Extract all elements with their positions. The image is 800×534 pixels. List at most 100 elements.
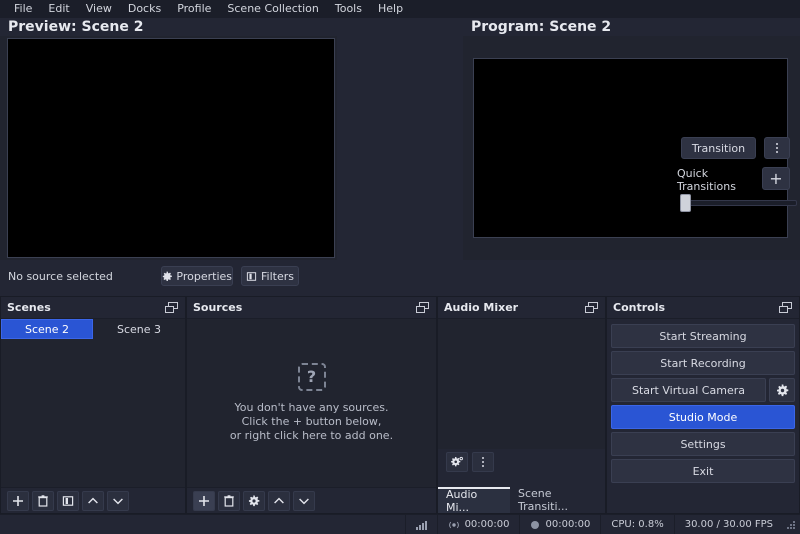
scene-item-scene-2[interactable]: Scene 2 [1, 319, 93, 339]
move-source-down-button[interactable] [293, 490, 315, 511]
sources-dock: Sources ? You don't have any sources. Cl… [186, 296, 437, 514]
preview-canvas[interactable] [7, 38, 335, 258]
virtual-camera-row: Start Virtual Camera [611, 378, 795, 402]
chevron-up-icon [88, 497, 98, 503]
menu-item-file[interactable]: File [6, 1, 40, 17]
stream-time-label: 00:00:00 [464, 519, 510, 530]
undock-icon[interactable] [416, 302, 429, 314]
filters-button[interactable]: Filters [241, 266, 299, 286]
undock-icon[interactable] [165, 302, 178, 314]
menu-item-help[interactable]: Help [370, 1, 411, 17]
start-recording-button[interactable]: Start Recording [611, 351, 795, 375]
t-bar-slider[interactable] [677, 194, 797, 212]
sources-toolbar [187, 487, 436, 513]
status-record-timer: 00:00:00 [519, 514, 600, 534]
settings-button[interactable]: Settings [611, 432, 795, 456]
properties-button[interactable]: Properties [161, 266, 233, 286]
virtual-camera-settings-button[interactable] [769, 378, 795, 402]
add-scene-button[interactable] [7, 490, 29, 511]
audio-settings-icon [450, 456, 463, 466]
status-bar: 00:00:00 00:00:00 CPU: 0.8% 30.00 / 30.0… [0, 514, 800, 534]
source-properties-button[interactable] [243, 490, 265, 511]
sources-list[interactable]: ? You don't have any sources. Click the … [187, 319, 436, 487]
chevron-up-icon [274, 497, 284, 503]
status-signal [404, 514, 437, 534]
exit-button[interactable]: Exit [611, 459, 795, 483]
question-mark-icon: ? [297, 363, 326, 391]
properties-button-label: Properties [176, 269, 232, 283]
studio-mode-button[interactable]: Studio Mode [611, 405, 795, 429]
trash-icon [38, 494, 48, 507]
menu-item-docks[interactable]: Docks [120, 1, 169, 17]
tab-scene-transitions[interactable]: Scene Transiti... [510, 487, 605, 513]
menu-item-scene-collection[interactable]: Scene Collection [219, 1, 326, 17]
scenes-list[interactable]: Scene 2 Scene 3 [1, 319, 185, 487]
move-source-up-button[interactable] [268, 490, 290, 511]
audio-advanced-properties-button[interactable] [446, 452, 468, 472]
move-scene-down-button[interactable] [107, 490, 129, 511]
filters-icon [62, 495, 74, 506]
remove-source-button[interactable] [218, 490, 240, 511]
vertical-dots-icon [776, 143, 778, 153]
sources-empty-line-1: You don't have any sources. [234, 401, 389, 414]
scenes-dock-header: Scenes [1, 297, 185, 319]
audio-mixer-menu-button[interactable] [472, 452, 494, 472]
record-dot-icon [531, 520, 540, 529]
start-streaming-button[interactable]: Start Streaming [611, 324, 795, 348]
status-cpu: CPU: 0.8% [600, 514, 673, 534]
no-source-selected-label: No source selected [8, 270, 113, 283]
controls-dock-header: Controls [607, 297, 799, 319]
transition-controls: Transition Quick Transitions + [337, 36, 797, 260]
controls-dock: Controls Start Streaming Start Recording… [606, 296, 800, 514]
move-scene-up-button[interactable] [82, 490, 104, 511]
transition-button[interactable]: Transition [681, 137, 756, 159]
resize-grip-icon[interactable] [785, 519, 797, 531]
menu-item-tools[interactable]: Tools [327, 1, 370, 17]
audio-mixer-list[interactable] [438, 319, 605, 449]
undock-icon[interactable] [585, 302, 598, 314]
program-title: Program: Scene 2 [471, 19, 612, 35]
controls-list: Start Streaming Start Recording Start Vi… [607, 319, 799, 485]
t-bar-track [681, 200, 797, 206]
add-quick-transition-button[interactable]: + [762, 167, 790, 190]
sources-empty-line-2: Click the + button below, [241, 415, 382, 428]
menu-item-edit[interactable]: Edit [40, 1, 77, 17]
menu-item-profile[interactable]: Profile [169, 1, 219, 17]
start-virtual-camera-button[interactable]: Start Virtual Camera [611, 378, 766, 402]
controls-dock-title: Controls [613, 301, 666, 314]
gear-icon [162, 271, 172, 281]
add-source-button[interactable] [193, 490, 215, 511]
chevron-down-icon [299, 498, 309, 504]
preview-title: Preview: Scene 2 [8, 19, 144, 35]
t-bar-handle[interactable] [680, 194, 691, 212]
status-stream-timer: 00:00:00 [436, 514, 520, 534]
scene-filters-button[interactable] [57, 490, 79, 511]
filters-icon [246, 271, 257, 281]
remove-scene-button[interactable] [32, 490, 54, 511]
signal-bars-icon [415, 520, 427, 530]
scenes-dock-title: Scenes [7, 301, 51, 314]
gear-icon [248, 494, 260, 506]
sources-dock-title: Sources [193, 301, 243, 314]
undock-icon[interactable] [779, 302, 792, 314]
sources-empty-line-3: or right click here to add one. [229, 429, 394, 442]
scenes-dock: Scenes Scene 2 Scene 3 [0, 296, 186, 514]
record-time-label: 00:00:00 [545, 519, 591, 530]
menu-item-view[interactable]: View [78, 1, 120, 17]
transition-menu-button[interactable] [764, 137, 790, 159]
status-fps: 30.00 / 30.00 FPS [673, 514, 783, 534]
dock-tab-bar: Audio Mi... Scene Transiti... [438, 487, 605, 514]
obs-main-window: File Edit View Docks Profile Scene Colle… [0, 0, 800, 534]
tab-audio-mixer[interactable]: Audio Mi... [438, 487, 510, 514]
scene-item-scene-3[interactable]: Scene 3 [93, 319, 185, 339]
trash-icon [224, 494, 234, 507]
sources-empty-state: ? You don't have any sources. Click the … [187, 363, 436, 443]
add-icon [199, 495, 209, 506]
chevron-down-icon [113, 498, 123, 504]
quick-transitions-label: Quick Transitions [677, 167, 736, 193]
sources-empty-text: You don't have any sources. Click the + … [230, 401, 393, 443]
vertical-dots-icon [482, 457, 484, 467]
audio-mixer-dock-title: Audio Mixer [444, 301, 519, 314]
audio-mixer-dock-header: Audio Mixer [438, 297, 605, 319]
add-icon [13, 495, 23, 506]
